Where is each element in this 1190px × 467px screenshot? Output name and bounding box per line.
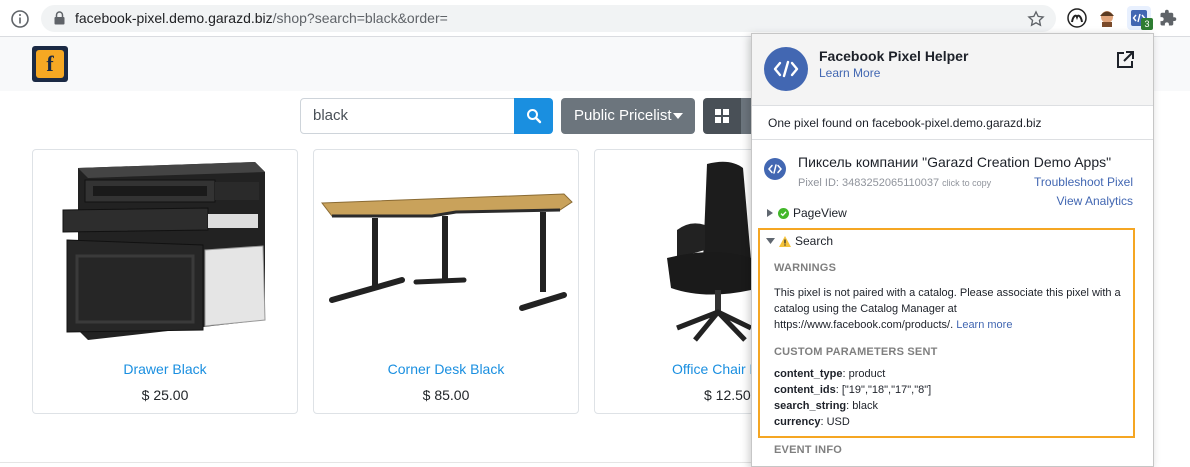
url-text[interactable]: facebook-pixel.demo.garazd.biz/shop?sear…	[75, 10, 448, 26]
footer-divider	[0, 462, 760, 463]
warning-body: This pixel is not paired with a catalog.…	[774, 287, 1121, 331]
expand-arrow-icon	[767, 209, 773, 217]
view-analytics-link[interactable]: View Analytics	[1057, 194, 1133, 208]
param-key: content_ids	[774, 384, 836, 396]
popup-title: Facebook Pixel Helper	[819, 48, 969, 64]
learn-more-link[interactable]: Learn More	[819, 66, 880, 80]
custom-params-heading: CUSTOM PARAMETERS SENT	[774, 346, 938, 358]
search-input[interactable]: black	[300, 98, 515, 134]
pixel-id[interactable]: Pixel ID: 3483252065110037 click to copy	[798, 177, 991, 189]
param-value: : product	[842, 368, 886, 380]
product-price: $ 25.00	[141, 387, 189, 403]
event-row-search[interactable]: Search	[766, 234, 833, 248]
extension-avatar-icon[interactable]	[1096, 7, 1118, 29]
check-circle-icon	[778, 207, 789, 219]
product-name[interactable]: Corner Desk Black	[314, 361, 578, 377]
pixel-helper-logo-icon	[764, 47, 808, 91]
pixel-name: Пиксель компании "Garazd Creation Demo A…	[798, 154, 1112, 170]
event-name: Search	[795, 234, 834, 248]
warning-message: This pixel is not paired with a catalog.…	[774, 285, 1124, 333]
extension-camel-icon[interactable]	[1066, 7, 1088, 29]
product-price: $ 85.00	[422, 387, 470, 403]
param-row: content_type: product	[774, 368, 885, 380]
info-icon[interactable]	[10, 9, 30, 29]
event-row-pageview[interactable]: PageView	[766, 206, 847, 220]
pixel-helper-extension-icon[interactable]: 3	[1127, 6, 1153, 30]
param-row: content_ids: ["19","18","17","8"]	[774, 384, 931, 396]
param-row: currency: USD	[774, 416, 850, 428]
popup-header: Facebook Pixel Helper Learn More	[752, 34, 1153, 106]
param-row: search_string: black	[774, 400, 878, 412]
product-image-chair	[667, 161, 753, 342]
product-image-drawer	[62, 162, 266, 340]
divider	[752, 139, 1153, 140]
param-value: : black	[846, 400, 878, 412]
click-to-copy: click to copy	[942, 178, 992, 188]
product-image-desk	[321, 193, 573, 311]
site-logo[interactable]: f	[32, 46, 68, 82]
grid-icon	[715, 109, 729, 123]
product-name[interactable]: Drawer Black	[33, 361, 297, 377]
param-value: : USD	[820, 416, 850, 428]
pixel-found-text: One pixel found on facebook-pixel.demo.g…	[768, 116, 1042, 130]
pixel-icon	[764, 158, 786, 180]
open-external-icon[interactable]	[1114, 49, 1136, 71]
lock-icon[interactable]	[52, 10, 66, 26]
warning-learn-more-link[interactable]: Learn more	[956, 319, 1012, 331]
pixel-helper-popup: Facebook Pixel Helper Learn More One pix…	[751, 33, 1154, 467]
param-value: : ["19","18","17","8"]	[835, 384, 932, 396]
grid-view-button[interactable]	[703, 98, 741, 134]
param-key: search_string	[774, 400, 847, 412]
search-button[interactable]	[514, 98, 553, 134]
pricelist-label: Public Pricelist	[574, 107, 672, 124]
warning-icon	[779, 235, 791, 247]
product-card[interactable]: Corner Desk Black $ 85.00	[313, 149, 579, 414]
url-host: facebook-pixel.demo.garazd.biz	[75, 10, 273, 26]
logo-letter: f	[36, 50, 64, 78]
event-info-heading: EVENT INFO	[774, 444, 843, 456]
browser-toolbar: facebook-pixel.demo.garazd.biz/shop?sear…	[0, 0, 1190, 37]
url-path: /shop?search=black&order=	[272, 10, 448, 26]
search-icon	[527, 109, 542, 124]
warnings-heading: WARNINGS	[774, 262, 837, 274]
troubleshoot-link[interactable]: Troubleshoot Pixel	[1034, 175, 1133, 189]
product-card[interactable]: Drawer Black $ 25.00	[32, 149, 298, 414]
param-key: content_type	[774, 368, 843, 380]
event-name: PageView	[793, 206, 847, 220]
bookmark-star-icon[interactable]	[1026, 9, 1046, 29]
extension-badge: 3	[1141, 18, 1153, 30]
pixel-id-value: Pixel ID: 3483252065110037	[798, 177, 940, 189]
extensions-puzzle-icon[interactable]	[1158, 8, 1178, 28]
collapse-arrow-icon	[766, 238, 775, 244]
caret-down-icon	[673, 113, 683, 119]
pricelist-dropdown[interactable]: Public Pricelist	[561, 98, 695, 134]
param-key: currency	[774, 416, 821, 428]
